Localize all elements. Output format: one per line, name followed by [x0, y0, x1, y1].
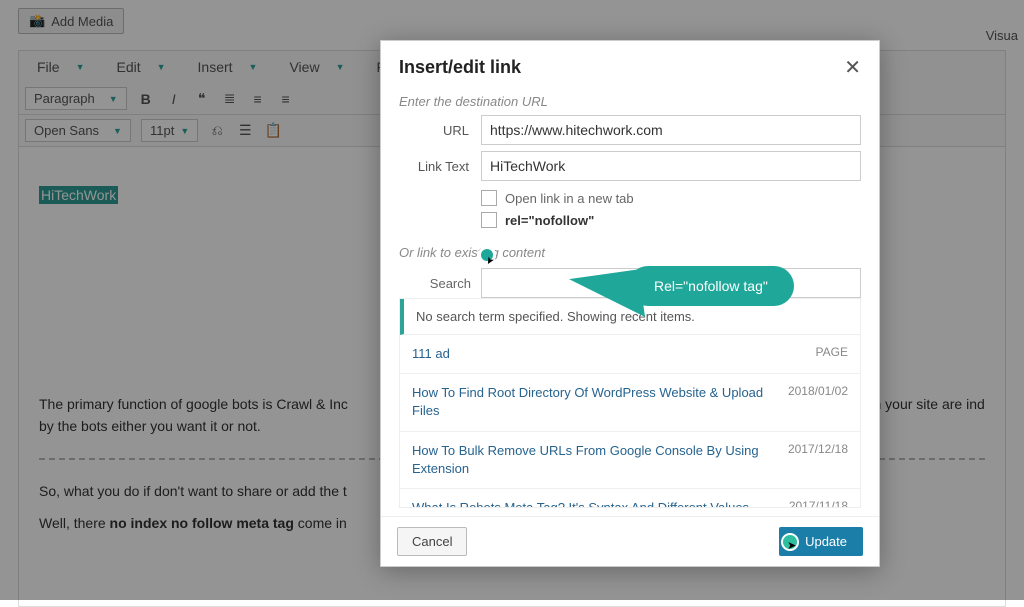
- recent-items-list: No search term specified. Showing recent…: [399, 298, 861, 508]
- visual-tab[interactable]: Visua: [986, 28, 1018, 43]
- add-media-button[interactable]: 📸 Add Media: [18, 8, 124, 34]
- url-hint: Enter the destination URL: [399, 94, 861, 109]
- menu-edit[interactable]: Edit▼: [104, 55, 177, 79]
- media-icon: 📸: [29, 13, 45, 29]
- newtab-label: Open link in a new tab: [505, 191, 634, 206]
- annotation-callout: Rel="nofollow tag": [628, 266, 794, 306]
- align-icon[interactable]: ≡: [277, 91, 295, 107]
- paste-icon[interactable]: 📋: [264, 122, 282, 139]
- dialog-title: Insert/edit link: [399, 57, 521, 78]
- cancel-button[interactable]: Cancel: [397, 527, 467, 556]
- italic-icon[interactable]: I: [165, 91, 183, 107]
- menu-view[interactable]: View▼: [277, 55, 356, 79]
- bullets-icon[interactable]: ≣: [221, 90, 239, 107]
- add-media-label: Add Media: [51, 14, 113, 29]
- nofollow-checkbox[interactable]: [481, 212, 497, 228]
- tool-icon-b[interactable]: ☰: [236, 122, 254, 139]
- nofollow-label: rel="nofollow": [505, 213, 594, 228]
- list-item[interactable]: How To Find Root Directory Of WordPress …: [400, 374, 860, 431]
- cursor-icon: ➤: [787, 539, 796, 552]
- update-button[interactable]: ➤ Update: [779, 527, 863, 556]
- font-select[interactable]: Open Sans▼: [25, 119, 131, 142]
- existing-hint: Or link to existing content: [399, 245, 861, 260]
- bold-icon[interactable]: B: [137, 91, 155, 107]
- tool-icon-a[interactable]: ⎌: [208, 122, 226, 139]
- size-select[interactable]: 11pt▼: [141, 119, 198, 142]
- link-text-label: Link Text: [399, 159, 469, 174]
- menu-insert[interactable]: Insert▼: [186, 55, 270, 79]
- numbers-icon[interactable]: ≡: [249, 91, 267, 107]
- annotation-text: Rel="nofollow tag": [628, 266, 794, 306]
- list-item[interactable]: How To Bulk Remove URLs From Google Cons…: [400, 432, 860, 489]
- annotation-pointer: [478, 246, 496, 264]
- selected-link-text: HiTechWork: [39, 186, 118, 204]
- newtab-checkbox[interactable]: [481, 190, 497, 206]
- url-label: URL: [399, 123, 469, 138]
- update-label: Update: [805, 534, 847, 549]
- search-label: Search: [399, 276, 471, 291]
- menu-file[interactable]: File▼: [25, 55, 96, 79]
- paragraph-select[interactable]: Paragraph▼: [25, 87, 127, 110]
- quote-icon[interactable]: ❝: [193, 90, 211, 107]
- close-icon[interactable]: ✕: [844, 55, 861, 80]
- url-input[interactable]: [481, 115, 861, 145]
- list-item[interactable]: What Is Robots Meta Tag? It's Syntax And…: [400, 489, 860, 508]
- list-item[interactable]: 111 adPAGE: [400, 335, 860, 374]
- link-text-input[interactable]: [481, 151, 861, 181]
